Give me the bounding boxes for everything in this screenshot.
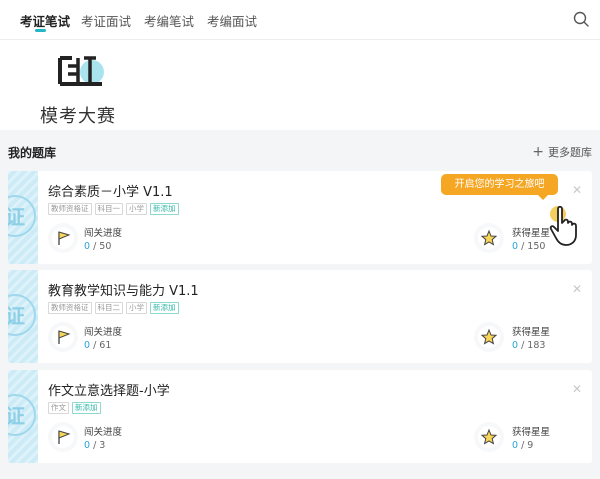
more-banks-link[interactable]: + 更多题库 xyxy=(532,144,592,160)
tag: 教师资格证 xyxy=(48,302,92,314)
star-icon xyxy=(478,326,500,348)
stars-current: 0 xyxy=(512,340,519,351)
search-icon[interactable] xyxy=(573,11,589,27)
progress-current: 0 xyxy=(84,440,91,451)
question-bank-card[interactable]: 证 教育教学知识与能力 V1.1 教师资格证 科目二 小学 新添加 ✕ 闯关进度… xyxy=(8,270,592,363)
close-icon[interactable]: ✕ xyxy=(572,382,582,396)
hand-pointer-icon xyxy=(549,205,577,246)
section-title: 我的题库 xyxy=(8,146,57,160)
active-tab-indicator xyxy=(35,29,46,32)
top-tab-bar: 考证笔试 考证面试 考编笔试 考编面试 xyxy=(0,0,600,40)
progress-label: 闯关进度 xyxy=(84,228,123,239)
new-tag: 新添加 xyxy=(150,203,179,215)
card-title: 综合素质－小学 V1.1 xyxy=(48,185,173,200)
stars-value: 0 / 9 xyxy=(512,440,534,451)
stars-label: 获得星星 xyxy=(512,228,551,239)
progress-value: 0 / 61 xyxy=(84,340,112,351)
tag: 小学 xyxy=(126,302,147,314)
stars-label: 获得星星 xyxy=(512,427,551,438)
new-tag: 新添加 xyxy=(150,302,179,314)
tab-exam-cert-interview[interactable]: 考证面试 xyxy=(81,11,131,30)
card-tags: 教师资格证 科目一 小学 新添加 xyxy=(48,203,179,215)
progress-value: 0 / 50 xyxy=(84,241,112,252)
stars-label: 获得星星 xyxy=(512,327,551,338)
progress-current: 0 xyxy=(84,241,91,252)
progress-total: 61 xyxy=(99,340,112,351)
stars-current: 0 xyxy=(512,241,519,252)
progress-total: 3 xyxy=(99,440,106,451)
tag: 科目二 xyxy=(94,302,123,314)
flag-icon xyxy=(52,227,74,249)
flag-icon xyxy=(52,326,74,348)
flag-icon xyxy=(52,426,74,448)
plus-icon: + xyxy=(532,143,544,160)
stars-total: 9 xyxy=(527,440,534,451)
new-tag: 新添加 xyxy=(72,402,101,414)
progress-total: 50 xyxy=(99,241,112,252)
onboarding-tooltip[interactable]: 开启您的学习之旅吧 xyxy=(441,174,558,200)
close-icon[interactable]: ✕ xyxy=(572,282,582,296)
more-banks-label: 更多题库 xyxy=(548,146,592,159)
tab-exam-staff-interview[interactable]: 考编面试 xyxy=(207,11,257,30)
tag: 科目一 xyxy=(94,203,123,215)
stars-total: 183 xyxy=(527,340,546,351)
tag: 教师资格证 xyxy=(48,203,92,215)
progress-label: 闯关进度 xyxy=(84,427,123,438)
tag: 小学 xyxy=(126,203,147,215)
question-bank-card[interactable]: 证 作文立意选择题-小学 作文 新添加 ✕ 闯关进度 0 / 3 获得星星 0 … xyxy=(8,370,592,463)
tab-exam-staff-written[interactable]: 考编笔试 xyxy=(144,11,194,30)
progress-current: 0 xyxy=(84,340,91,351)
stars-current: 0 xyxy=(512,440,519,451)
stars-value: 0 / 183 xyxy=(512,340,546,351)
stars-value: 0 / 150 xyxy=(512,241,546,252)
card-title: 作文立意选择题-小学 xyxy=(48,384,170,399)
card-tags: 教师资格证 科目二 小学 新添加 xyxy=(48,302,179,314)
card-tags: 作文 新添加 xyxy=(48,402,101,414)
tag: 作文 xyxy=(48,402,69,414)
exam-logo-icon xyxy=(58,56,104,86)
hero-label: 模考大赛 xyxy=(40,106,116,127)
tab-exam-cert-written[interactable]: 考证笔试 xyxy=(20,11,70,30)
star-icon xyxy=(478,426,500,448)
progress-label: 闯关进度 xyxy=(84,327,123,338)
stars-total: 150 xyxy=(527,241,546,252)
hero-banner[interactable]: 模考大赛 xyxy=(0,40,600,130)
close-icon[interactable]: ✕ xyxy=(572,183,582,197)
progress-value: 0 / 3 xyxy=(84,440,106,451)
card-title: 教育教学知识与能力 V1.1 xyxy=(48,284,199,299)
star-icon xyxy=(478,227,500,249)
